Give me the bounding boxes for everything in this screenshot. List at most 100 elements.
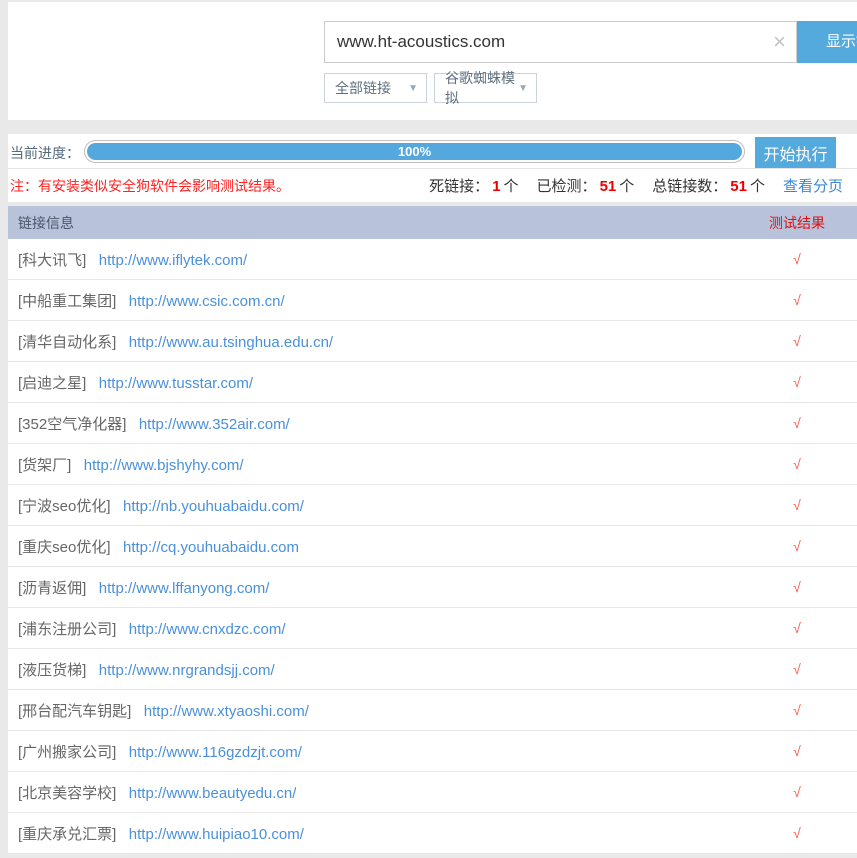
clear-icon[interactable]: ×: [773, 22, 786, 62]
row-link-info: [宁波seo优化] http://nb.youhuabaidu.com/: [8, 495, 304, 516]
table-row: [清华自动化系] http://www.au.tsinghua.edu.cn/ …: [8, 321, 857, 362]
link-type-value: 全部链接: [335, 78, 391, 98]
site-url-link[interactable]: http://www.xtyaoshi.com/: [144, 703, 309, 720]
site-name: [液压货梯]: [18, 662, 86, 679]
search-panel: × 显示链接 全部链接 ▼ 谷歌蜘蛛模拟 ▼: [8, 2, 857, 120]
table-row: [广州搬家公司] http://www.116gzdzjt.com/ √: [8, 731, 857, 772]
stat-unit: 个: [504, 178, 519, 195]
site-name: [宁波seo优化]: [18, 498, 111, 515]
site-url-link[interactable]: http://www.huipiao10.com/: [129, 826, 304, 843]
row-link-info: [北京美容学校] http://www.beautyedu.cn/: [8, 782, 296, 803]
warning-note: 注：有安装类似安全狗软件会影响测试结果。: [10, 176, 290, 196]
result-check-mark: √: [737, 374, 857, 390]
stat-label: 已检测：: [537, 178, 597, 195]
row-link-info: [重庆承兑汇票] http://www.huipiao10.com/: [8, 823, 304, 844]
result-check-mark: √: [737, 702, 857, 718]
table-row: [中船重工集团] http://www.csic.com.cn/ √: [8, 280, 857, 321]
site-url-link[interactable]: http://cq.youhuabaidu.com: [123, 539, 299, 556]
site-url-link[interactable]: http://www.cnxdzc.com/: [129, 621, 286, 638]
result-check-mark: √: [737, 825, 857, 841]
page-content: × 显示链接 全部链接 ▼ 谷歌蜘蛛模拟 ▼ 当前进度： 100% 开始执行 注…: [8, 2, 857, 854]
site-name: [清华自动化系]: [18, 334, 116, 351]
result-check-mark: √: [737, 620, 857, 636]
column-header-link-info: 链接信息: [8, 213, 74, 233]
chevron-down-icon: ▼: [408, 83, 418, 94]
table-row: [货架厂] http://www.bjshyhy.com/ √: [8, 444, 857, 485]
dead-links-stat: 死链接：1个: [429, 175, 518, 196]
result-check-mark: √: [737, 292, 857, 308]
row-link-info: [中船重工集团] http://www.csic.com.cn/: [8, 290, 285, 311]
site-name: [中船重工集团]: [18, 293, 116, 310]
site-name: [重庆承兑汇票]: [18, 826, 116, 843]
site-url-link[interactable]: http://www.nrgrandsjj.com/: [99, 662, 275, 679]
stat-value: 51: [597, 178, 620, 195]
table-row: [宁波seo优化] http://nb.youhuabaidu.com/ √: [8, 485, 857, 526]
column-header-test-result: 测试结果: [737, 213, 857, 233]
site-url-link[interactable]: http://nb.youhuabaidu.com/: [123, 498, 304, 515]
stat-unit: 个: [619, 178, 634, 195]
site-name: [重庆seo优化]: [18, 539, 111, 556]
table-row: [重庆seo优化] http://cq.youhuabaidu.com √: [8, 526, 857, 567]
row-link-info: [邢台配汽车钥匙] http://www.xtyaoshi.com/: [8, 700, 309, 721]
site-url-link[interactable]: http://www.bjshyhy.com/: [84, 457, 244, 474]
table-row: [液压货梯] http://www.nrgrandsjj.com/ √: [8, 649, 857, 690]
result-check-mark: √: [737, 661, 857, 677]
spider-dropdown[interactable]: 谷歌蜘蛛模拟 ▼: [434, 73, 537, 103]
result-check-mark: √: [737, 251, 857, 267]
total-links-stat: 总链接数：51个: [652, 175, 765, 196]
row-link-info: [352空气净化器] http://www.352air.com/: [8, 413, 290, 434]
table-row: [352空气净化器] http://www.352air.com/ √: [8, 403, 857, 444]
stat-value: 1: [489, 178, 503, 195]
row-link-info: [浦东注册公司] http://www.cnxdzc.com/: [8, 618, 286, 639]
search-row: × 显示链接: [324, 21, 857, 63]
result-check-mark: √: [737, 415, 857, 431]
stat-unit: 个: [750, 178, 765, 195]
site-name: [352空气净化器]: [18, 416, 126, 433]
show-links-button[interactable]: 显示链接: [797, 21, 857, 63]
row-link-info: [科大讯飞] http://www.iflytek.com/: [8, 249, 247, 270]
site-url-link[interactable]: http://www.116gzdzjt.com/: [129, 744, 302, 761]
site-url-link[interactable]: http://www.tusstar.com/: [99, 375, 253, 392]
view-pagination-link[interactable]: 查看分页: [783, 175, 843, 196]
chevron-down-icon: ▼: [518, 83, 528, 94]
table-row: [重庆承兑汇票] http://www.huipiao10.com/ √: [8, 813, 857, 854]
start-button[interactable]: 开始执行: [755, 137, 836, 168]
result-check-mark: √: [737, 456, 857, 472]
table-row: [浦东注册公司] http://www.cnxdzc.com/ √: [8, 608, 857, 649]
row-link-info: [广州搬家公司] http://www.116gzdzjt.com/: [8, 741, 302, 762]
table-row: [沥青返佣] http://www.lffanyong.com/ √: [8, 567, 857, 608]
site-url-link[interactable]: http://www.352air.com/: [139, 416, 290, 433]
site-url-link[interactable]: http://www.csic.com.cn/: [129, 293, 285, 310]
row-link-info: [重庆seo优化] http://cq.youhuabaidu.com: [8, 536, 299, 557]
progress-panel: 当前进度： 100% 开始执行 注：有安装类似安全狗软件会影响测试结果。 死链接…: [8, 134, 857, 202]
row-link-info: [清华自动化系] http://www.au.tsinghua.edu.cn/: [8, 331, 333, 352]
site-url-link[interactable]: http://www.beautyedu.cn/: [129, 785, 297, 802]
status-row: 注：有安装类似安全狗软件会影响测试结果。 死链接：1个 已检测：51个 总链接数…: [8, 169, 857, 202]
result-check-mark: √: [737, 333, 857, 349]
url-input[interactable]: [325, 23, 745, 61]
site-name: [货架厂]: [18, 457, 71, 474]
site-url-link[interactable]: http://www.iflytek.com/: [99, 252, 247, 269]
site-name: [科大讯飞]: [18, 252, 86, 269]
progress-row: 当前进度： 100% 开始执行: [8, 134, 857, 169]
spacer: [8, 120, 857, 134]
site-url-link[interactable]: http://www.au.tsinghua.edu.cn/: [129, 334, 333, 351]
site-name: [浦东注册公司]: [18, 621, 116, 638]
result-check-mark: √: [737, 538, 857, 554]
row-link-info: [启迪之星] http://www.tusstar.com/: [8, 372, 253, 393]
table-row: [启迪之星] http://www.tusstar.com/ √: [8, 362, 857, 403]
result-check-mark: √: [737, 579, 857, 595]
link-type-dropdown[interactable]: 全部链接 ▼: [324, 73, 427, 103]
spider-value: 谷歌蜘蛛模拟: [445, 68, 518, 108]
result-check-mark: √: [737, 497, 857, 513]
site-name: [启迪之星]: [18, 375, 86, 392]
stat-label: 死链接：: [429, 178, 489, 195]
site-name: [邢台配汽车钥匙]: [18, 703, 131, 720]
site-url-link[interactable]: http://www.lffanyong.com/: [99, 580, 270, 597]
link-list: [科大讯飞] http://www.iflytek.com/ √ [中船重工集团…: [8, 239, 857, 854]
progress-bar: 100%: [84, 140, 745, 163]
search-box: ×: [324, 21, 797, 63]
site-name: [广州搬家公司]: [18, 744, 116, 761]
filter-row: 全部链接 ▼ 谷歌蜘蛛模拟 ▼: [324, 73, 537, 103]
table-header: 链接信息 测试结果: [8, 206, 857, 239]
